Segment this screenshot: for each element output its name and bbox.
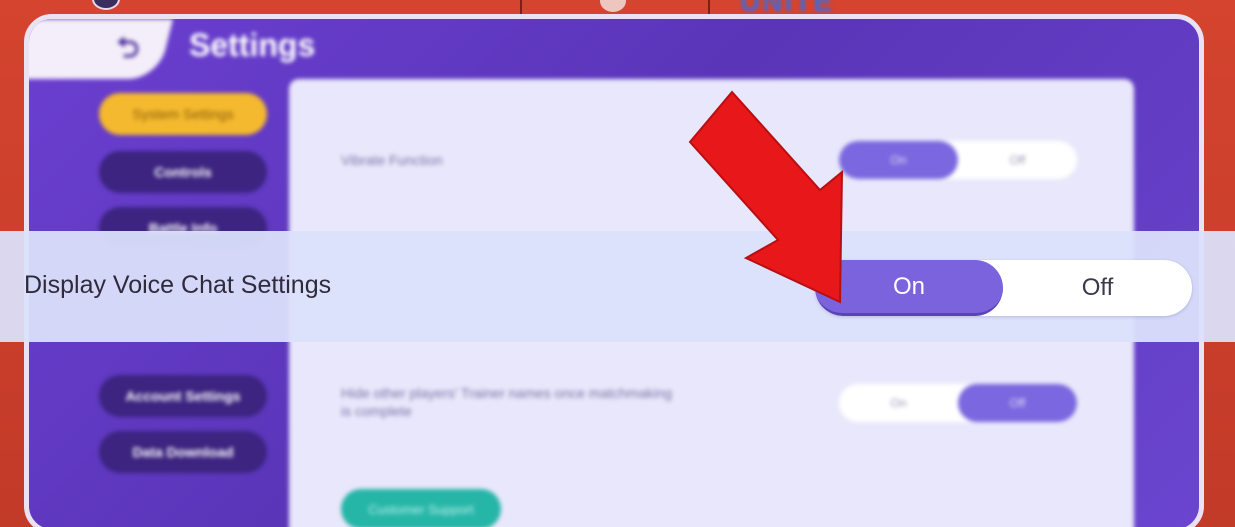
top-decoration	[520, 0, 710, 14]
toggle-off-option[interactable]: Off	[1003, 260, 1192, 316]
toggle-on-option[interactable]: On	[839, 384, 958, 422]
back-tab[interactable]	[29, 19, 174, 79]
customer-support-button[interactable]: Customer Support	[341, 489, 501, 527]
toggle-off-option[interactable]: Off	[958, 384, 1077, 422]
sidebar-item-system-settings[interactable]: System Settings	[99, 93, 267, 135]
setting-label-vibrate: Vibrate Function	[341, 152, 443, 168]
sidebar-item-controls[interactable]: Controls	[99, 151, 267, 193]
back-arrow-icon[interactable]: ⮌	[107, 33, 149, 63]
toggle-hide-trainer-names[interactable]: On Off	[839, 384, 1077, 422]
pokeball-icon	[600, 0, 626, 12]
toggle-off-option[interactable]: Off	[958, 141, 1077, 179]
setting-label-hide-trainer-names: Hide other players' Trainer names once m…	[341, 385, 673, 419]
badge-icon	[92, 0, 120, 10]
sidebar-item-account-settings[interactable]: Account Settings	[99, 375, 267, 417]
setting-label-voice-chat: Display Voice Chat Settings	[24, 271, 332, 299]
sidebar-item-data-download[interactable]: Data Download	[99, 431, 267, 473]
page-title: Settings	[189, 27, 316, 63]
zoomed-setting-row: Display Voice Chat Settings On Off	[0, 231, 1235, 342]
red-arrow-icon	[688, 90, 844, 304]
